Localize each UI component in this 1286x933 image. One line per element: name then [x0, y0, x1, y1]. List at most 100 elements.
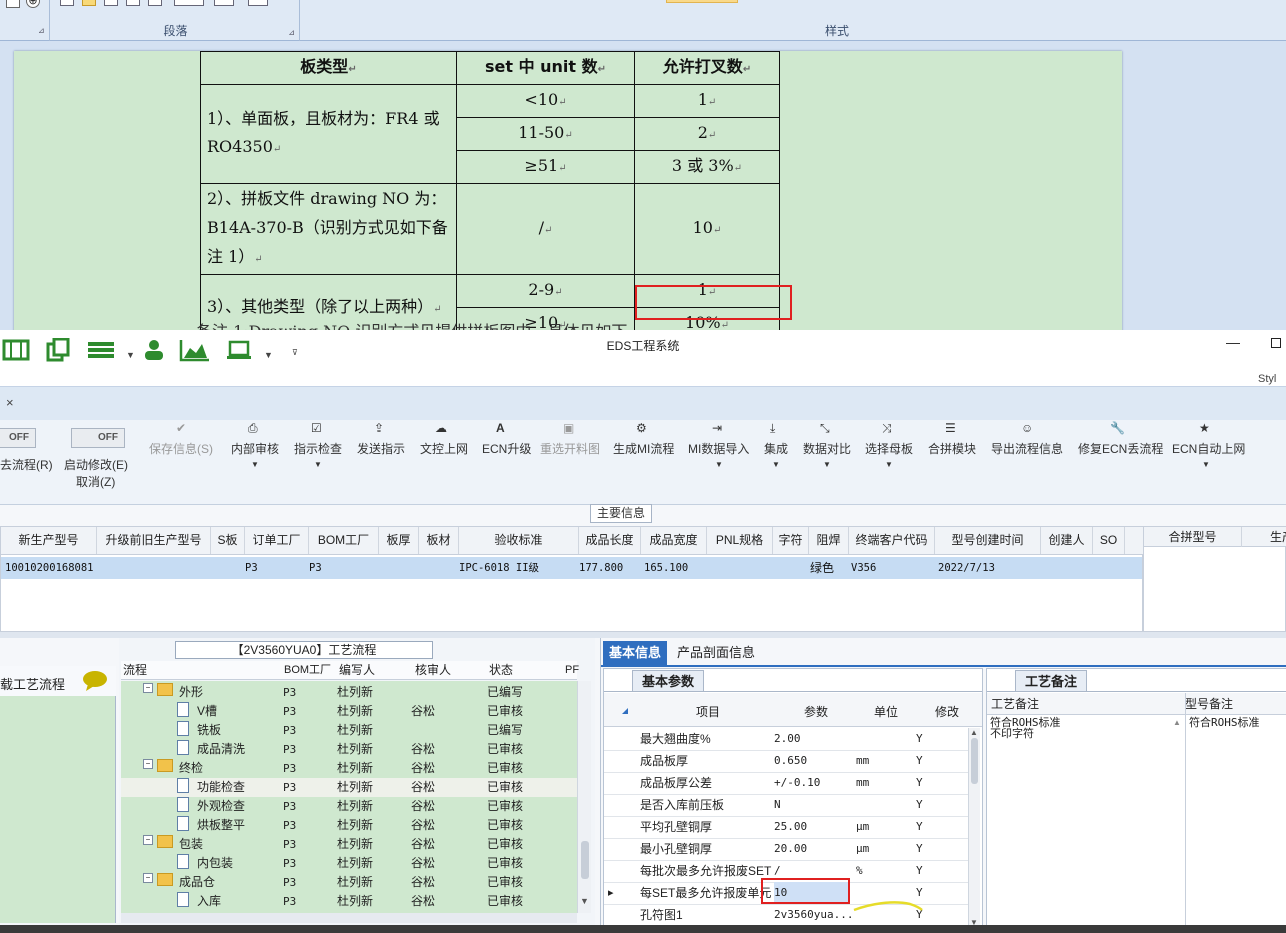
column-header[interactable]: 状态 — [489, 661, 513, 680]
minimize-icon[interactable]: — — [1226, 334, 1240, 350]
tab-process-remarks[interactable]: 工艺备注 — [1015, 670, 1087, 691]
flow-tree-row[interactable]: 内包装 P3 杜列新 谷松 已审核 — [121, 854, 577, 873]
param-value[interactable]: 20.00 — [774, 838, 807, 860]
column-header[interactable]: 项目 — [696, 703, 720, 720]
column-header[interactable]: 升级前旧生产型号 — [97, 527, 211, 554]
flow-hscrollbar[interactable] — [121, 913, 577, 923]
line-spacing-icon[interactable] — [174, 0, 204, 6]
row-header[interactable] — [604, 860, 634, 882]
borders-icon[interactable] — [248, 0, 268, 6]
column-header[interactable]: 型号创建时间 — [935, 527, 1041, 554]
scrollbar-thumb[interactable] — [971, 738, 978, 784]
column-header[interactable]: 型号备注 — [1185, 693, 1233, 715]
maximize-icon[interactable] — [1271, 338, 1281, 348]
column-header[interactable]: 合拼型号 — [1144, 527, 1242, 547]
toggle-switch[interactable]: OFF — [71, 428, 125, 448]
scrollbar-thumb[interactable] — [581, 841, 589, 879]
column-header[interactable]: 编写人 — [339, 661, 375, 680]
flow-tree-row[interactable]: − 成品仓 P3 杜列新 谷松 已审核 — [121, 873, 577, 892]
column-header[interactable]: 流程 — [123, 661, 147, 680]
param-row[interactable]: 成品板厚公差 +/-0.10 mm Y — [604, 772, 968, 795]
close-tab-icon[interactable]: × — [6, 395, 14, 410]
param-value[interactable]: +/-0.10 — [774, 772, 820, 794]
column-header[interactable]: 创建人 — [1041, 527, 1093, 554]
align-center-icon[interactable] — [82, 0, 96, 6]
column-header[interactable]: 阻焊 — [809, 527, 849, 554]
dialog-launcher-icon[interactable]: ⊿ — [38, 26, 45, 35]
dropdown-arrow-icon[interactable]: ▼ — [1202, 460, 1210, 469]
flow-tree-row[interactable]: 入库 P3 杜列新 谷松 已审核 — [121, 892, 577, 911]
dropdown-arrow-icon[interactable]: ▼ — [715, 460, 723, 469]
dropdown-arrow-icon[interactable]: ▼ — [885, 460, 893, 469]
flow-tree-row[interactable]: 铣板 P3 杜列新 已编写 — [121, 721, 577, 740]
flow-tree-row[interactable]: 功能检查 P3 杜列新 谷松 已审核 — [121, 778, 577, 797]
flow-tree-row[interactable]: 外观检查 P3 杜列新 谷松 已审核 — [121, 797, 577, 816]
dropdown-arrow-icon[interactable]: ▼ — [251, 460, 259, 469]
model-remarks-text[interactable]: 符合ROHS标准 — [1189, 717, 1286, 728]
distribute-icon[interactable] — [148, 0, 162, 6]
process-remarks-text[interactable]: 符合ROHS标准 不印字符 — [990, 717, 1176, 739]
tab-basic-params[interactable]: 基本参数 — [632, 670, 704, 691]
column-header[interactable]: 单位 — [874, 703, 898, 720]
scroll-up-icon[interactable]: ▲ — [1173, 718, 1181, 727]
chat-bubble-icon[interactable] — [82, 670, 108, 692]
param-value[interactable]: 2.00 — [774, 728, 801, 750]
tab-profile-info[interactable]: 产品剖面信息 — [677, 641, 755, 665]
flow-tree-row[interactable]: − 包装 P3 杜列新 谷松 已审核 — [121, 835, 577, 854]
tab-basic-info[interactable]: 基本信息 — [603, 641, 667, 665]
column-header[interactable]: 字符 — [773, 527, 809, 554]
column-header[interactable]: BOM工厂 — [284, 661, 331, 680]
column-header[interactable]: BOM工厂 — [309, 527, 379, 554]
param-value[interactable]: 25.00 — [774, 816, 807, 838]
param-row[interactable]: 最大翘曲度% 2.00 Y — [604, 728, 968, 751]
column-header[interactable]: 参数 — [804, 703, 828, 720]
add-circle-icon[interactable]: ⊕ — [26, 0, 40, 8]
table-row[interactable]: 10010200168081 P3 P3 IPC-6018 II级 177.80… — [1, 557, 1142, 579]
scroll-up-icon[interactable]: ▲ — [970, 728, 978, 737]
column-header[interactable]: 板厚 — [379, 527, 419, 554]
param-row[interactable]: 成品板厚 0.650 mm Y — [604, 750, 968, 773]
column-header[interactable]: PF — [565, 661, 579, 680]
flow-scrollbar[interactable]: ▼ — [577, 681, 591, 913]
param-scrollbar[interactable]: ▲ ▼ — [968, 728, 980, 931]
toggle-switch[interactable]: OFF — [0, 428, 36, 448]
column-header[interactable]: 终端客户代码 — [849, 527, 935, 554]
row-header[interactable] — [604, 772, 634, 794]
column-header[interactable]: 工艺备注 — [991, 693, 1039, 715]
flow-tree-row[interactable]: 成品清洗 P3 杜列新 谷松 已审核 — [121, 740, 577, 759]
param-value[interactable]: 0.650 — [774, 750, 807, 772]
dropdown-arrow-icon[interactable]: ▼ — [772, 460, 780, 469]
column-header[interactable]: SO — [1093, 527, 1125, 554]
param-row[interactable]: 是否入库前压板 N Y — [604, 794, 968, 817]
row-header[interactable] — [604, 794, 634, 816]
column-header[interactable]: 修改 — [935, 703, 959, 720]
column-header[interactable]: PNL规格 — [707, 527, 773, 554]
paragraph-dialog-launcher-icon[interactable]: ⊿ — [288, 28, 295, 37]
style-gallery-selected[interactable] — [666, 0, 738, 3]
row-header[interactable] — [604, 816, 634, 838]
column-header[interactable]: 订单工厂 — [245, 527, 309, 554]
column-header[interactable]: 新生产型号 — [1, 527, 97, 554]
dropdown-arrow-icon[interactable]: ▼ — [823, 460, 831, 469]
flow-tree-row[interactable]: 烘板整平 P3 杜列新 谷松 已审核 — [121, 816, 577, 835]
row-header[interactable] — [604, 904, 634, 926]
param-row[interactable]: 最小孔壁铜厚 20.00 μm Y — [604, 838, 968, 861]
shading-icon[interactable] — [214, 0, 234, 6]
collapse-icon[interactable]: − — [143, 873, 153, 883]
load-flow-header[interactable]: 载工艺流程 — [0, 666, 116, 696]
column-header[interactable]: 核审人 — [415, 661, 451, 680]
align-left-icon[interactable] — [60, 0, 74, 6]
align-right-icon[interactable] — [104, 0, 118, 6]
row-header[interactable] — [604, 838, 634, 860]
dropdown-arrow-icon[interactable]: ▼ — [314, 460, 322, 469]
collapse-icon[interactable]: − — [143, 683, 153, 693]
collapse-icon[interactable]: − — [143, 835, 153, 845]
column-header[interactable]: 生产 — [1270, 527, 1286, 547]
column-header[interactable]: 成品长度 — [579, 527, 641, 554]
row-header[interactable] — [604, 750, 634, 772]
column-header[interactable]: S板 — [211, 527, 245, 554]
param-value[interactable]: 2v3560yua... — [774, 904, 853, 926]
flow-tree-row[interactable]: − 终检 P3 杜列新 谷松 已审核 — [121, 759, 577, 778]
row-header[interactable] — [604, 728, 634, 750]
scroll-down-icon[interactable]: ▼ — [580, 896, 589, 906]
